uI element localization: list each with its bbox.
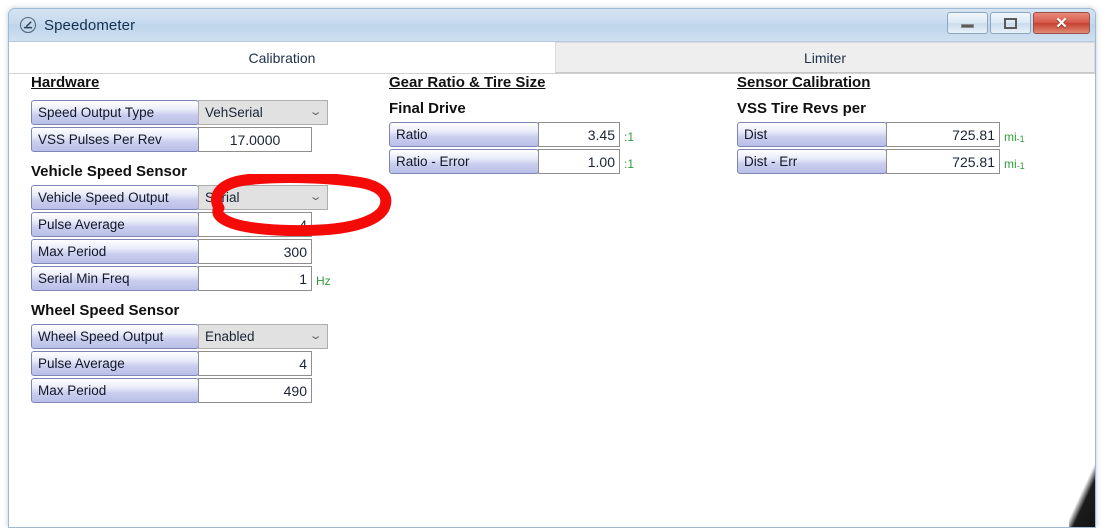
section-title-final-drive: Final Drive	[389, 100, 466, 117]
field-vss-max-period[interactable]: Max Period 300	[31, 239, 361, 264]
field-wheel-max-period[interactable]: Max Period 490	[31, 378, 361, 403]
close-icon: ✕	[1055, 14, 1068, 32]
field-wheel-pulse-average[interactable]: Pulse Average 4	[31, 351, 361, 376]
chevron-down-icon: ⌄	[308, 191, 323, 203]
chevron-down-icon: ⌄	[308, 106, 323, 118]
field-label: Serial Min Freq	[31, 266, 199, 291]
unit-label: Hz	[316, 274, 331, 288]
group-title-gear-ratio-tire-size: Gear Ratio & Tire Size	[389, 74, 546, 91]
combo-value: Enabled	[205, 329, 255, 344]
field-label: Pulse Average	[31, 351, 199, 376]
field-label: Speed Output Type	[31, 100, 199, 125]
chevron-down-icon: ⌄	[308, 330, 323, 342]
vss-pulses-per-rev-input[interactable]: 17.0000	[198, 127, 312, 152]
vehicle-speed-output-combo[interactable]: Serial ⌄	[198, 185, 328, 210]
field-vss-tire-revs-dist[interactable]: Dist 725.81 mi -1	[737, 122, 1057, 147]
serial-min-freq-input[interactable]: 1	[198, 266, 312, 291]
unit-text: mi	[1004, 130, 1017, 144]
speedometer-gauge-icon	[19, 16, 37, 34]
vss-tire-revs-dist-input[interactable]: 725.81	[886, 122, 1000, 147]
final-drive-ratio-input[interactable]: 3.45	[538, 122, 620, 147]
field-label: Max Period	[31, 378, 199, 403]
minimize-icon	[961, 24, 974, 28]
vss-pulse-average-input[interactable]: 4	[198, 212, 312, 237]
cursor-artifact	[1069, 465, 1095, 527]
unit-label: mi -1	[1000, 122, 1025, 147]
column-hardware: Hardware Speed Output Type VehSerial ⌄ V…	[31, 74, 361, 405]
window-title: Speedometer	[44, 16, 136, 34]
combo-value: Serial	[205, 190, 240, 205]
field-vehicle-speed-output[interactable]: Vehicle Speed Output Serial ⌄	[31, 185, 361, 210]
unit-label: :1	[624, 130, 635, 144]
field-speed-output-type[interactable]: Speed Output Type VehSerial ⌄	[31, 100, 361, 125]
vss-tire-revs-dist-err-input[interactable]: 725.81	[886, 149, 1000, 174]
field-label: Max Period	[31, 239, 199, 264]
tab-calibration-label: Calibration	[248, 50, 316, 66]
unit-label: :1	[624, 157, 635, 171]
field-label: Wheel Speed Output	[31, 324, 199, 349]
maximize-icon	[1004, 17, 1017, 29]
field-label: Dist - Err	[737, 149, 887, 174]
speed-output-type-combo[interactable]: VehSerial ⌄	[198, 100, 328, 125]
section-title-vehicle-speed-sensor: Vehicle Speed Sensor	[31, 163, 187, 180]
field-label: Ratio	[389, 122, 539, 147]
combo-value: VehSerial	[205, 105, 263, 120]
tab-limiter-label: Limiter	[803, 49, 846, 66]
field-vss-pulses-per-rev[interactable]: VSS Pulses Per Rev 17.0000	[31, 127, 361, 152]
window-titlebar[interactable]: Speedometer ✕	[9, 9, 1095, 42]
group-title-sensor-calibration: Sensor Calibration	[737, 74, 871, 91]
column-gear-ratio-tire-size: Gear Ratio & Tire Size Final Drive Ratio…	[389, 74, 689, 176]
maximize-button[interactable]	[990, 12, 1031, 34]
field-label: Ratio - Error	[389, 149, 539, 174]
field-label: Dist	[737, 122, 887, 147]
tab-calibration[interactable]: Calibration	[9, 42, 555, 73]
field-label: Vehicle Speed Output	[31, 185, 199, 210]
window-controls: ✕	[947, 12, 1090, 34]
speedometer-window: Speedometer ✕ Calibration Limiter Hardwa…	[8, 8, 1096, 528]
field-vss-pulse-average[interactable]: Pulse Average 4	[31, 212, 361, 237]
field-label: Pulse Average	[31, 212, 199, 237]
field-final-drive-ratio-error[interactable]: Ratio - Error 1.00 :1	[389, 149, 689, 174]
unit-text: mi	[1004, 157, 1017, 171]
minimize-button[interactable]	[947, 12, 988, 34]
section-title-wheel-speed-sensor: Wheel Speed Sensor	[31, 302, 180, 319]
field-label: VSS Pulses Per Rev	[31, 127, 199, 152]
unit-label: mi -1	[1000, 149, 1025, 174]
close-button[interactable]: ✕	[1033, 12, 1090, 34]
field-wheel-speed-output[interactable]: Wheel Speed Output Enabled ⌄	[31, 324, 361, 349]
unit-exponent: -1	[1016, 134, 1025, 144]
wheel-pulse-average-input[interactable]: 4	[198, 351, 312, 376]
group-title-hardware: Hardware	[31, 74, 100, 91]
final-drive-ratio-error-input[interactable]: 1.00	[538, 149, 620, 174]
tab-content-calibration: Hardware Speed Output Type VehSerial ⌄ V…	[9, 73, 1095, 527]
unit-exponent: -1	[1016, 161, 1025, 171]
wheel-speed-output-combo[interactable]: Enabled ⌄	[198, 324, 328, 349]
tab-limiter[interactable]: Limiter	[555, 42, 1095, 73]
wheel-max-period-input[interactable]: 490	[198, 378, 312, 403]
field-serial-min-freq[interactable]: Serial Min Freq 1 Hz	[31, 266, 361, 291]
field-final-drive-ratio[interactable]: Ratio 3.45 :1	[389, 122, 689, 147]
tab-strip: Calibration Limiter	[9, 42, 1095, 73]
vss-max-period-input[interactable]: 300	[198, 239, 312, 264]
section-title-vss-tire-revs-per: VSS Tire Revs per	[737, 100, 866, 117]
column-sensor-calibration: Sensor Calibration VSS Tire Revs per Dis…	[737, 74, 1057, 176]
field-vss-tire-revs-dist-err[interactable]: Dist - Err 725.81 mi -1	[737, 149, 1057, 174]
